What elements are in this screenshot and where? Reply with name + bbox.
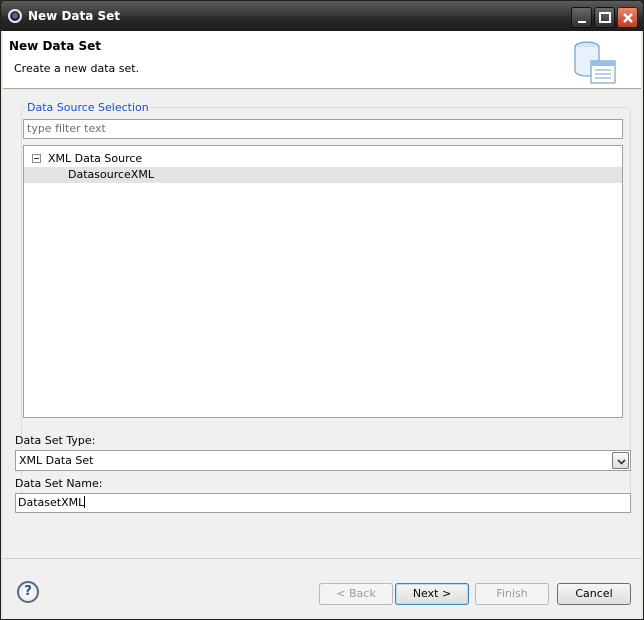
back-button[interactable]: < Back (319, 583, 393, 605)
window-title: New Data Set (28, 9, 121, 23)
text-caret (84, 496, 86, 508)
collapse-icon[interactable] (32, 154, 41, 163)
data-set-name-value: DatasetXML (18, 496, 85, 509)
data-source-tree[interactable]: XML Data Source DatasourceXML (23, 145, 623, 418)
data-set-name-label: Data Set Name: (15, 477, 103, 490)
page-title: New Data Set (9, 39, 102, 53)
tree-node-datasourcexml[interactable]: DatasourceXML (24, 167, 622, 183)
new-data-set-dialog: New Data Set New Data Set Create a new d… (0, 0, 644, 620)
wizard-banner: New Data Set Create a new data set. (3, 31, 641, 89)
minimize-button[interactable] (571, 7, 592, 28)
maximize-icon (599, 12, 611, 23)
tree-node-xml-data-source[interactable]: XML Data Source (24, 151, 622, 167)
data-set-wizard-icon (569, 37, 619, 90)
cancel-button[interactable]: Cancel (557, 583, 631, 605)
chevron-down-icon (617, 459, 626, 465)
data-set-type-select[interactable]: XML Data Set (15, 450, 631, 471)
wizard-body: Data Source Selection type filter text X… (3, 90, 641, 619)
tree-node-label: DatasourceXML (68, 168, 154, 181)
filter-input[interactable]: type filter text (23, 119, 623, 139)
eclipse-app-icon (7, 8, 23, 24)
finish-button[interactable]: Finish (475, 583, 549, 605)
data-set-type-value: XML Data Set (19, 454, 94, 467)
data-set-type-label: Data Set Type: (15, 434, 96, 447)
data-source-selection-legend: Data Source Selection (26, 101, 150, 114)
tree-node-label: XML Data Source (48, 152, 143, 165)
maximize-button[interactable] (594, 7, 615, 28)
data-set-name-field[interactable]: DatasetXML (15, 493, 631, 513)
minimize-icon (578, 21, 586, 23)
help-icon[interactable]: ? (17, 581, 39, 603)
page-description: Create a new data set. (14, 62, 140, 75)
dropdown-button[interactable] (612, 452, 629, 469)
title-bar[interactable]: New Data Set (1, 1, 643, 31)
next-button[interactable]: Next > (395, 583, 469, 605)
button-bar-separator (3, 558, 641, 559)
close-icon (623, 13, 633, 23)
close-button[interactable] (617, 7, 638, 28)
